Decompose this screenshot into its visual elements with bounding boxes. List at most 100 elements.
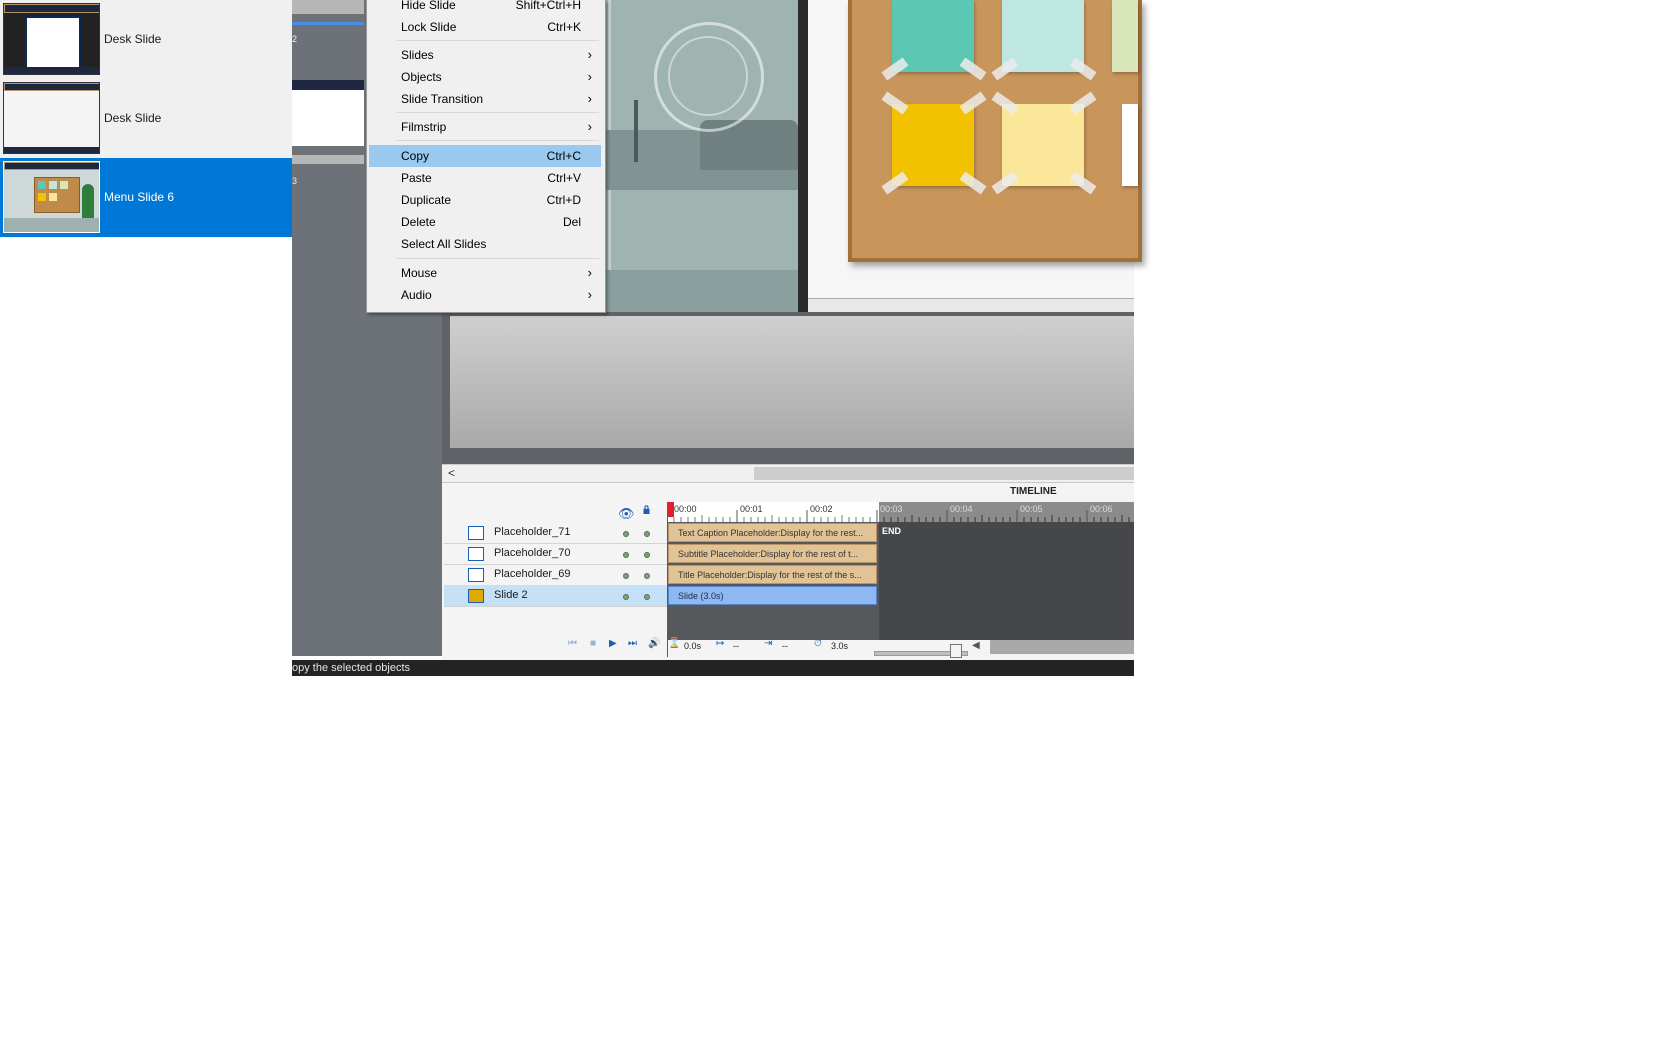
visibility-toggle[interactable] [623, 531, 629, 537]
menu-item-shortcut: Ctrl+V [547, 171, 581, 185]
menu-item-shortcut: Ctrl+D [546, 193, 581, 207]
title-placeholder-icon [468, 568, 484, 582]
lock-toggle[interactable] [644, 573, 650, 579]
menu-item-audio[interactable]: Audio › [369, 284, 601, 306]
hourglass-icon: ⌛ [668, 638, 681, 649]
menu-item-select-all-slides[interactable]: Select All Slides [369, 233, 601, 255]
filmstrip-item-label: Desk Slide [104, 111, 162, 125]
menu-item-label: Delete [401, 215, 436, 229]
lock-toggle[interactable] [644, 594, 650, 600]
stop-icon[interactable]: ■ [590, 638, 596, 649]
context-menu: Hide Slide Shift+Ctrl+H Lock Slide Ctrl+… [366, 0, 606, 313]
text-caption-icon [468, 526, 484, 540]
menu-item-label: Objects [401, 70, 442, 84]
menu-item-hide-slide[interactable]: Hide Slide Shift+Ctrl+H [369, 0, 601, 16]
scrollbar-thumb[interactable] [754, 467, 1134, 480]
scroll-left-arrow[interactable]: < [448, 464, 455, 482]
layer-name: Slide 2 [494, 589, 528, 601]
speaker-icon[interactable]: 🔊 [648, 638, 660, 649]
start-time-value: -- [733, 641, 739, 651]
visibility-toggle[interactable] [623, 594, 629, 600]
ruler-tick-label: 00:00 [674, 504, 697, 514]
filmstrip-item-label: Desk Slide [104, 32, 162, 46]
menu-item-mouse[interactable]: Mouse › [369, 262, 601, 284]
menu-item-label: Lock Slide [401, 20, 457, 34]
lock-toggle[interactable] [644, 552, 650, 558]
timeline-object-bar[interactable]: Title Placeholder:Display for the rest o… [668, 565, 877, 584]
menu-item-label: Mouse [401, 266, 438, 280]
menu-item-slides[interactable]: Slides › [369, 44, 601, 66]
sticky-note[interactable] [1112, 0, 1138, 72]
status-bar: opy the selected objects [292, 660, 1134, 676]
submenu-arrow-icon: › [587, 265, 592, 280]
visibility-toggle[interactable] [623, 573, 629, 579]
menu-item-shortcut: Ctrl+C [546, 149, 581, 163]
menu-item-copy[interactable]: Copy Ctrl+C [369, 145, 601, 167]
slide-icon [468, 589, 484, 603]
timeline-end-marker: END [882, 526, 902, 536]
lock-toggle[interactable] [644, 531, 650, 537]
slide-thumbnail [3, 82, 100, 154]
rewind-icon[interactable]: ⏮ [568, 638, 577, 649]
forward-icon[interactable]: ⏭ [628, 638, 637, 649]
zoom-slider-thumb[interactable] [950, 644, 962, 658]
scroll-left-icon[interactable]: ◀ [972, 640, 980, 651]
menu-item-objects[interactable]: Objects › [369, 66, 601, 88]
timeline-track-empty[interactable] [879, 522, 1134, 640]
submenu-arrow-icon: › [587, 287, 592, 302]
ruler-tick-label: 00:02 [810, 504, 833, 514]
slide-number: 3 [292, 176, 298, 186]
timeline-layer-row[interactable]: Placeholder_70 [444, 543, 667, 565]
slide-number: 2 [292, 34, 298, 44]
timeline-object-bar[interactable]: Subtitle Placeholder:Display for the res… [668, 544, 877, 563]
timeline-horizontal-scrollbar[interactable] [990, 640, 1134, 654]
timeline-object-bar[interactable]: Text Caption Placeholder:Display for the… [668, 523, 877, 542]
timeline-layer-row[interactable]: Placeholder_71 [444, 522, 667, 544]
filmstrip-item-menu-slide-6[interactable]: Menu Slide 6 [0, 158, 292, 237]
eye-icon[interactable]: 👁 [618, 506, 635, 522]
duration-icon: ⏱ [814, 638, 822, 649]
timeline-title: TIMELINE [1010, 486, 1057, 497]
ruler-tick-label: 00:04 [950, 504, 973, 514]
menu-item-label: Duplicate [401, 193, 452, 207]
timeline-layer-row-slide[interactable]: Slide 2 [444, 585, 667, 607]
menu-item-shortcut: Del [562, 215, 581, 229]
menu-item-label: Select All Slides [401, 237, 487, 251]
filmstrip-panel: Desk Slide Desk Slide Menu Slide 6 [0, 0, 292, 238]
ruler-tick-label: 00:06 [1090, 504, 1113, 514]
menu-item-slide-transition[interactable]: Slide Transition › [369, 88, 601, 110]
menu-item-label: Audio [401, 288, 432, 302]
subtitle-icon [468, 547, 484, 561]
menu-item-label: Copy [401, 149, 430, 163]
menu-item-lock-slide[interactable]: Lock Slide Ctrl+K [369, 16, 601, 38]
submenu-arrow-icon: › [587, 91, 592, 106]
menu-item-label: Slide Transition [401, 92, 484, 106]
submenu-arrow-icon: › [587, 69, 592, 84]
filmstrip-item-desk-slide-1[interactable]: Desk Slide [0, 0, 292, 79]
ruler-tick-label: 00:05 [1020, 504, 1043, 514]
menu-item-label: Hide Slide [401, 0, 456, 12]
visibility-toggle[interactable] [623, 552, 629, 558]
filmstrip-item-desk-slide-2[interactable]: Desk Slide [0, 79, 292, 158]
ruler-tick-label: 00:01 [740, 504, 763, 514]
lock-icon[interactable] [642, 505, 651, 514]
menu-item-paste[interactable]: Paste Ctrl+V [369, 167, 601, 189]
menu-item-shortcut: Shift+Ctrl+H [515, 0, 581, 12]
menu-item-filmstrip[interactable]: Filmstrip › [369, 116, 601, 138]
playhead[interactable] [667, 502, 674, 517]
submenu-arrow-icon: › [587, 119, 592, 134]
menu-item-label: Slides [401, 48, 434, 62]
sticky-note[interactable] [1122, 104, 1138, 186]
timeline-slide-bar[interactable]: Slide (3.0s) [668, 586, 877, 605]
menu-item-label: Paste [401, 171, 432, 185]
end-time-value: -- [782, 641, 788, 651]
start-time-icon: ↦ [716, 638, 725, 649]
duration-value: 3.0s [831, 641, 849, 651]
submenu-arrow-icon: › [587, 47, 592, 62]
menu-item-delete[interactable]: Delete Del [369, 211, 601, 233]
play-icon[interactable]: ▶ [609, 638, 617, 649]
scratch-area-inner [450, 316, 1134, 448]
current-time: 0.0s [684, 641, 702, 651]
menu-item-duplicate[interactable]: Duplicate Ctrl+D [369, 189, 601, 211]
timeline-layer-row[interactable]: Placeholder_69 [444, 564, 667, 586]
